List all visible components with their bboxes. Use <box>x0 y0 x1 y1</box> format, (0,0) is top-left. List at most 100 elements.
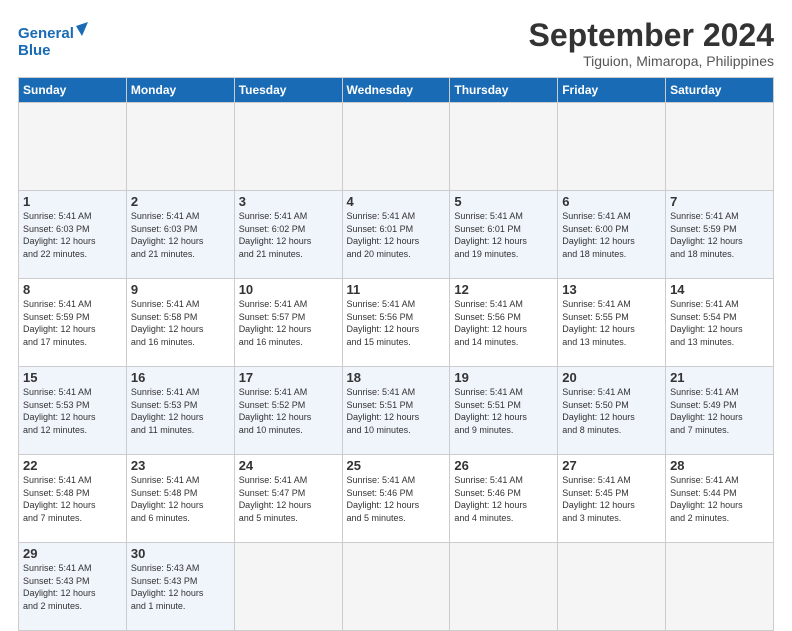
logo-svg: GeneralBlue <box>18 22 88 60</box>
day-number: 20 <box>562 370 661 385</box>
day-info: Sunrise: 5:41 AM Sunset: 5:59 PM Dayligh… <box>670 210 769 260</box>
day-cell-1-2: 3Sunrise: 5:41 AM Sunset: 6:02 PM Daylig… <box>234 191 342 279</box>
calendar: Sunday Monday Tuesday Wednesday Thursday… <box>18 77 774 631</box>
day-number: 4 <box>347 194 446 209</box>
day-cell-2-5: 13Sunrise: 5:41 AM Sunset: 5:55 PM Dayli… <box>558 279 666 367</box>
header-wednesday: Wednesday <box>342 78 450 103</box>
day-cell-3-4: 19Sunrise: 5:41 AM Sunset: 5:51 PM Dayli… <box>450 367 558 455</box>
day-info: Sunrise: 5:41 AM Sunset: 5:51 PM Dayligh… <box>454 386 553 436</box>
day-number: 28 <box>670 458 769 473</box>
day-info: Sunrise: 5:41 AM Sunset: 5:50 PM Dayligh… <box>562 386 661 436</box>
day-info: Sunrise: 5:41 AM Sunset: 5:48 PM Dayligh… <box>131 474 230 524</box>
day-number: 29 <box>23 546 122 561</box>
day-cell-0-5 <box>558 103 666 191</box>
svg-text:General: General <box>18 25 74 42</box>
day-number: 21 <box>670 370 769 385</box>
week-row-5: 29Sunrise: 5:41 AM Sunset: 5:43 PM Dayli… <box>19 543 774 631</box>
day-cell-1-0: 1Sunrise: 5:41 AM Sunset: 6:03 PM Daylig… <box>19 191 127 279</box>
day-number: 3 <box>239 194 338 209</box>
day-number: 27 <box>562 458 661 473</box>
day-number: 11 <box>347 282 446 297</box>
day-cell-4-5: 27Sunrise: 5:41 AM Sunset: 5:45 PM Dayli… <box>558 455 666 543</box>
day-number: 16 <box>131 370 230 385</box>
day-cell-5-6 <box>666 543 774 631</box>
day-cell-2-4: 12Sunrise: 5:41 AM Sunset: 5:56 PM Dayli… <box>450 279 558 367</box>
day-cell-4-1: 23Sunrise: 5:41 AM Sunset: 5:48 PM Dayli… <box>126 455 234 543</box>
svg-text:Blue: Blue <box>18 42 51 59</box>
page: GeneralBlue September 2024 Tiguion, Mima… <box>0 0 792 612</box>
day-number: 18 <box>347 370 446 385</box>
day-cell-2-3: 11Sunrise: 5:41 AM Sunset: 5:56 PM Dayli… <box>342 279 450 367</box>
day-number: 15 <box>23 370 122 385</box>
day-number: 2 <box>131 194 230 209</box>
day-info: Sunrise: 5:41 AM Sunset: 6:02 PM Dayligh… <box>239 210 338 260</box>
day-info: Sunrise: 5:41 AM Sunset: 5:59 PM Dayligh… <box>23 298 122 348</box>
header-friday: Friday <box>558 78 666 103</box>
day-info: Sunrise: 5:41 AM Sunset: 5:46 PM Dayligh… <box>347 474 446 524</box>
day-cell-3-0: 15Sunrise: 5:41 AM Sunset: 5:53 PM Dayli… <box>19 367 127 455</box>
day-info: Sunrise: 5:41 AM Sunset: 5:49 PM Dayligh… <box>670 386 769 436</box>
day-number: 19 <box>454 370 553 385</box>
day-cell-2-0: 8Sunrise: 5:41 AM Sunset: 5:59 PM Daylig… <box>19 279 127 367</box>
day-info: Sunrise: 5:41 AM Sunset: 5:58 PM Dayligh… <box>131 298 230 348</box>
logo-text: GeneralBlue <box>18 22 88 60</box>
day-number: 22 <box>23 458 122 473</box>
day-info: Sunrise: 5:41 AM Sunset: 6:00 PM Dayligh… <box>562 210 661 260</box>
week-row-2: 8Sunrise: 5:41 AM Sunset: 5:59 PM Daylig… <box>19 279 774 367</box>
day-cell-1-3: 4Sunrise: 5:41 AM Sunset: 6:01 PM Daylig… <box>342 191 450 279</box>
day-number: 10 <box>239 282 338 297</box>
day-cell-0-4 <box>450 103 558 191</box>
day-info: Sunrise: 5:41 AM Sunset: 5:43 PM Dayligh… <box>23 562 122 612</box>
header-thursday: Thursday <box>450 78 558 103</box>
day-cell-4-3: 25Sunrise: 5:41 AM Sunset: 5:46 PM Dayli… <box>342 455 450 543</box>
day-number: 1 <box>23 194 122 209</box>
day-info: Sunrise: 5:41 AM Sunset: 5:57 PM Dayligh… <box>239 298 338 348</box>
day-cell-5-1: 30Sunrise: 5:43 AM Sunset: 5:43 PM Dayli… <box>126 543 234 631</box>
header-saturday: Saturday <box>666 78 774 103</box>
day-number: 24 <box>239 458 338 473</box>
header: GeneralBlue September 2024 Tiguion, Mima… <box>18 18 774 69</box>
day-info: Sunrise: 5:41 AM Sunset: 5:44 PM Dayligh… <box>670 474 769 524</box>
day-cell-1-1: 2Sunrise: 5:41 AM Sunset: 6:03 PM Daylig… <box>126 191 234 279</box>
day-info: Sunrise: 5:41 AM Sunset: 5:48 PM Dayligh… <box>23 474 122 524</box>
month-title: September 2024 <box>529 18 774 53</box>
day-cell-5-4 <box>450 543 558 631</box>
day-number: 30 <box>131 546 230 561</box>
day-cell-0-0 <box>19 103 127 191</box>
day-cell-1-4: 5Sunrise: 5:41 AM Sunset: 6:01 PM Daylig… <box>450 191 558 279</box>
week-row-3: 15Sunrise: 5:41 AM Sunset: 5:53 PM Dayli… <box>19 367 774 455</box>
day-cell-3-5: 20Sunrise: 5:41 AM Sunset: 5:50 PM Dayli… <box>558 367 666 455</box>
day-cell-0-6 <box>666 103 774 191</box>
day-cell-3-1: 16Sunrise: 5:41 AM Sunset: 5:53 PM Dayli… <box>126 367 234 455</box>
day-cell-1-6: 7Sunrise: 5:41 AM Sunset: 5:59 PM Daylig… <box>666 191 774 279</box>
day-info: Sunrise: 5:41 AM Sunset: 5:54 PM Dayligh… <box>670 298 769 348</box>
day-cell-4-4: 26Sunrise: 5:41 AM Sunset: 5:46 PM Dayli… <box>450 455 558 543</box>
day-info: Sunrise: 5:41 AM Sunset: 5:47 PM Dayligh… <box>239 474 338 524</box>
title-block: September 2024 Tiguion, Mimaropa, Philip… <box>529 18 774 69</box>
header-sunday: Sunday <box>19 78 127 103</box>
week-row-0 <box>19 103 774 191</box>
day-number: 7 <box>670 194 769 209</box>
day-number: 17 <box>239 370 338 385</box>
day-number: 12 <box>454 282 553 297</box>
day-cell-4-6: 28Sunrise: 5:41 AM Sunset: 5:44 PM Dayli… <box>666 455 774 543</box>
day-cell-1-5: 6Sunrise: 5:41 AM Sunset: 6:00 PM Daylig… <box>558 191 666 279</box>
day-cell-3-6: 21Sunrise: 5:41 AM Sunset: 5:49 PM Dayli… <box>666 367 774 455</box>
day-number: 14 <box>670 282 769 297</box>
day-cell-0-2 <box>234 103 342 191</box>
day-cell-4-0: 22Sunrise: 5:41 AM Sunset: 5:48 PM Dayli… <box>19 455 127 543</box>
day-info: Sunrise: 5:41 AM Sunset: 5:53 PM Dayligh… <box>23 386 122 436</box>
day-info: Sunrise: 5:41 AM Sunset: 6:01 PM Dayligh… <box>454 210 553 260</box>
day-number: 5 <box>454 194 553 209</box>
day-cell-0-1 <box>126 103 234 191</box>
day-cell-0-3 <box>342 103 450 191</box>
day-info: Sunrise: 5:41 AM Sunset: 6:03 PM Dayligh… <box>23 210 122 260</box>
day-info: Sunrise: 5:41 AM Sunset: 6:03 PM Dayligh… <box>131 210 230 260</box>
day-number: 13 <box>562 282 661 297</box>
day-info: Sunrise: 5:41 AM Sunset: 5:52 PM Dayligh… <box>239 386 338 436</box>
day-cell-5-3 <box>342 543 450 631</box>
day-info: Sunrise: 5:41 AM Sunset: 5:55 PM Dayligh… <box>562 298 661 348</box>
days-header-row: Sunday Monday Tuesday Wednesday Thursday… <box>19 78 774 103</box>
week-row-1: 1Sunrise: 5:41 AM Sunset: 6:03 PM Daylig… <box>19 191 774 279</box>
day-number: 26 <box>454 458 553 473</box>
